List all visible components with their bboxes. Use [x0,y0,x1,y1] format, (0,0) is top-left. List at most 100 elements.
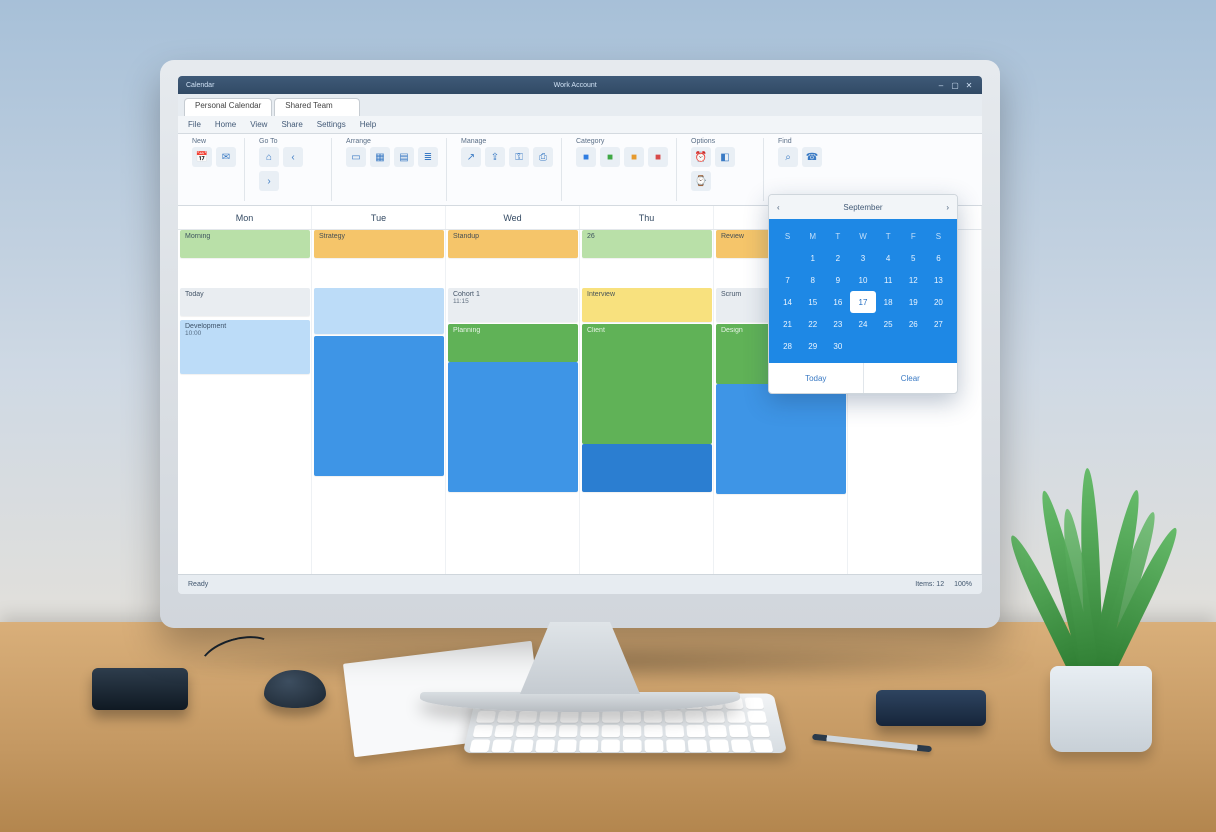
picker-day[interactable]: 30 [825,335,850,357]
calendar-event[interactable]: Morning [180,230,310,258]
menu-share[interactable]: Share [281,120,302,129]
monitor-base [420,692,740,712]
picker-day[interactable]: 19 [901,291,926,313]
picker-prev-icon[interactable]: ‹ [777,203,780,212]
picker-day[interactable]: 28 [775,335,800,357]
picker-day[interactable]: 25 [876,313,901,335]
menu-help[interactable]: Help [360,120,376,129]
share-icon[interactable]: ↗ [461,147,481,167]
tag-red-icon[interactable]: ■ [648,147,668,167]
menu-home[interactable]: Home [215,120,236,129]
picker-day[interactable]: 3 [850,247,875,269]
calendar-event[interactable]: Planning [448,324,578,362]
forward-icon[interactable]: › [259,171,279,191]
picker-today-button[interactable]: Today [769,363,864,393]
picker-day[interactable]: 17 [850,291,875,313]
picker-day[interactable]: 12 [901,269,926,291]
picker-clear-button[interactable]: Clear [864,363,958,393]
calendar-event[interactable] [582,444,712,492]
event-title: Strategy [319,233,439,240]
picker-day[interactable]: 2 [825,247,850,269]
reminder-icon[interactable]: ⏰ [691,147,711,167]
back-icon[interactable]: ‹ [283,147,303,167]
minimize-icon[interactable]: – [936,80,946,90]
calendar-event[interactable] [448,362,578,492]
picker-day[interactable]: 27 [926,313,951,335]
calendar-event[interactable]: Development10:00 [180,320,310,374]
calendar-event[interactable]: Today [180,288,310,316]
picker-weekday: T [876,225,901,247]
picker-day[interactable]: 9 [825,269,850,291]
picker-day[interactable]: 4 [876,247,901,269]
picker-day[interactable]: 18 [876,291,901,313]
day-header[interactable]: Wed [446,206,580,229]
event-title: Standup [453,233,573,240]
calendar-event[interactable] [716,384,846,494]
menu-view[interactable]: View [250,120,267,129]
menu-settings[interactable]: Settings [317,120,346,129]
file-tab[interactable]: Shared Team [274,98,360,116]
picker-month[interactable]: September [843,203,882,212]
picker-day[interactable]: 22 [800,313,825,335]
picker-day[interactable]: 26 [901,313,926,335]
today-icon[interactable]: ⌂ [259,147,279,167]
picker-day[interactable]: 5 [901,247,926,269]
search-icon[interactable]: ⌕ [778,147,798,167]
publish-icon[interactable]: ⇪ [485,147,505,167]
picker-day[interactable]: 10 [850,269,875,291]
color-icon[interactable]: ◧ [715,147,735,167]
day-header[interactable]: Mon [178,206,312,229]
mail-icon[interactable]: ✉ [216,147,236,167]
picker-day [926,335,951,357]
day-header[interactable]: Thu [580,206,714,229]
picker-day[interactable]: 13 [926,269,951,291]
picker-day[interactable]: 23 [825,313,850,335]
menu-file[interactable]: File [188,120,201,129]
picker-day[interactable]: 6 [926,247,951,269]
address-book-icon[interactable]: ☎ [802,147,822,167]
tag-blue-icon[interactable]: ■ [576,147,596,167]
calendar-event[interactable]: Client [582,324,712,444]
calendar-event[interactable]: 26 [582,230,712,258]
picker-day[interactable]: 14 [775,291,800,313]
event-title: Planning [453,327,573,334]
picker-day[interactable]: 1 [800,247,825,269]
calendar-plus-icon[interactable]: 📅 [192,147,212,167]
calendar-event[interactable] [314,336,444,476]
picker-day[interactable]: 24 [850,313,875,335]
picker-day[interactable]: 16 [825,291,850,313]
tag-orange-icon[interactable]: ■ [624,147,644,167]
permissions-icon[interactable]: ⚿ [509,147,529,167]
day-view-icon[interactable]: ▭ [346,147,366,167]
picker-day[interactable]: 15 [800,291,825,313]
calendar-event[interactable]: Strategy [314,230,444,258]
picker-day[interactable]: 21 [775,313,800,335]
day-header[interactable]: Tue [312,206,446,229]
maximize-icon[interactable]: ▢ [950,80,960,90]
schedule-view-icon[interactable]: ≣ [418,147,438,167]
picker-weekday: S [926,225,951,247]
picker-day[interactable]: 7 [775,269,800,291]
picker-day[interactable]: 8 [800,269,825,291]
calendar-event[interactable]: Interview [582,288,712,322]
monitor: Calendar Work Account – ▢ ✕ Personal Cal… [160,60,1000,712]
timezone-icon[interactable]: ⌚ [691,171,711,191]
file-tab-bar: Personal CalendarShared Team [178,94,982,116]
status-zoom[interactable]: 100% [954,581,972,588]
plant-pot [1050,666,1152,752]
week-view-icon[interactable]: ▦ [370,147,390,167]
event-time: 10:00 [185,330,305,337]
picker-next-icon[interactable]: › [946,203,949,212]
month-view-icon[interactable]: ▤ [394,147,414,167]
picker-weekday: F [901,225,926,247]
picker-day[interactable]: 11 [876,269,901,291]
tag-green-icon[interactable]: ■ [600,147,620,167]
picker-day[interactable]: 20 [926,291,951,313]
picker-day[interactable]: 29 [800,335,825,357]
calendar-event[interactable]: Standup [448,230,578,258]
calendar-event[interactable] [314,288,444,334]
file-tab[interactable]: Personal Calendar [184,98,272,116]
calendar-event[interactable]: Cohort 111:15 [448,288,578,322]
close-icon[interactable]: ✕ [964,80,974,90]
print-icon[interactable]: ⎙ [533,147,553,167]
